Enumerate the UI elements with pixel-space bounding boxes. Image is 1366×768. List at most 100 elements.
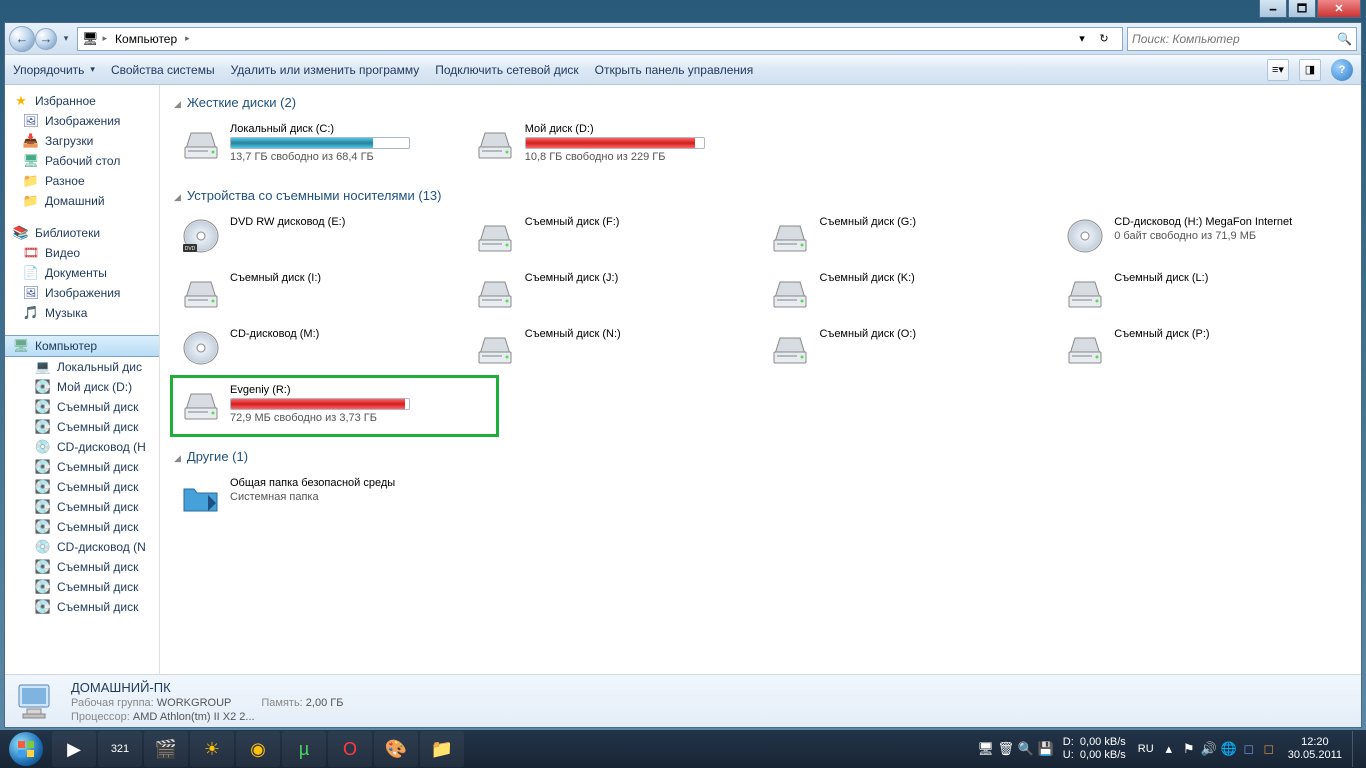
drive-item[interactable]: Съемный диск (G:): [764, 211, 1053, 261]
tray-search-icon[interactable]: 🔍: [1017, 731, 1035, 767]
navigation-tree[interactable]: ★Избранное 🖼Изображения 📥Загрузки 🖥Рабоч…: [5, 85, 160, 674]
drive-icon: 💽: [35, 479, 51, 495]
content-pane[interactable]: Жесткие диски (2) Локальный диск (C:) 13…: [160, 85, 1361, 674]
downloads-icon: 📥: [23, 133, 39, 149]
system-properties-button[interactable]: Свойства системы: [111, 63, 215, 77]
tree-item-images2[interactable]: 🖼Изображения: [5, 283, 159, 303]
language-indicator[interactable]: RU: [1134, 731, 1158, 767]
tree-item-drive[interactable]: 💽Съемный диск: [5, 577, 159, 597]
tree-item-drive[interactable]: 💽Съемный диск: [5, 477, 159, 497]
drive-item[interactable]: Съемный диск (L:): [1058, 267, 1347, 317]
toolbar: Упорядочить Свойства системы Удалить или…: [5, 55, 1361, 85]
tree-item-drive[interactable]: 💽Съемный диск: [5, 457, 159, 477]
taskbar-paint[interactable]: 🎨: [374, 731, 418, 767]
network-speed[interactable]: D: 0,00 kB/s U: 0,00 kB/s: [1057, 736, 1132, 762]
tree-computer[interactable]: 🖥Компьютер: [5, 335, 159, 357]
tree-item-drive[interactable]: 💽Съемный диск: [5, 497, 159, 517]
drive-item[interactable]: Съемный диск (O:): [764, 323, 1053, 373]
taskbar-mpc[interactable]: 321: [98, 731, 142, 767]
start-button[interactable]: [2, 731, 50, 767]
drive-label: Съемный диск (G:): [820, 216, 917, 228]
tray-app-icon[interactable]: ◻: [1240, 731, 1258, 767]
breadcrumb-computer[interactable]: Компьютер: [111, 30, 181, 48]
view-mode-button[interactable]: ≡▾: [1267, 59, 1289, 81]
tree-item-music[interactable]: 🎵Музыка: [5, 303, 159, 323]
drive-label: Съемный диск (K:): [820, 272, 915, 284]
tree-item-drive[interactable]: 💽Съемный диск: [5, 557, 159, 577]
drive-item[interactable]: Evgeniy (R:) 72,9 МБ свободно из 3,73 ГБ: [174, 379, 463, 429]
tree-item-drive[interactable]: 💿CD-дисковод (H: [5, 437, 159, 457]
tree-item-desktop[interactable]: 🖥Рабочий стол: [5, 151, 159, 171]
drive-item[interactable]: CD-дисковод (H:) MegaFon Internet 0 байт…: [1058, 211, 1347, 261]
taskbar-media-player[interactable]: ▶: [52, 731, 96, 767]
refresh-button[interactable]: ↻: [1094, 29, 1114, 49]
control-panel-button[interactable]: Открыть панель управления: [595, 63, 754, 77]
section-removable[interactable]: Устройства со съемными носителями (13): [174, 184, 1347, 211]
tray-usb-icon[interactable]: 💾: [1037, 731, 1055, 767]
forward-button[interactable]: →: [35, 28, 57, 50]
drive-item[interactable]: Съемный диск (J:): [469, 267, 758, 317]
tree-item-home[interactable]: 📁Домашний: [5, 191, 159, 211]
minimize-button[interactable]: 🗕: [1259, 0, 1287, 18]
map-network-drive-button[interactable]: Подключить сетевой диск: [435, 63, 578, 77]
tree-item-drive[interactable]: 💽Съемный диск: [5, 517, 159, 537]
tree-item-drive[interactable]: 💽Съемный диск: [5, 397, 159, 417]
maximize-button[interactable]: 🗖: [1288, 0, 1316, 18]
tree-item-drive[interactable]: 💻Локальный дис: [5, 357, 159, 377]
drive-item[interactable]: Съемный диск (P:): [1058, 323, 1347, 373]
tray-flag-icon[interactable]: ⚑: [1180, 731, 1198, 767]
uninstall-program-button[interactable]: Удалить или изменить программу: [231, 63, 420, 77]
drive-item[interactable]: Съемный диск (I:): [174, 267, 463, 317]
tree-item-documents[interactable]: 📄Документы: [5, 263, 159, 283]
taskbar-utorrent[interactable]: µ: [282, 731, 326, 767]
drive-item[interactable]: CD-дисковод (M:): [174, 323, 463, 373]
drive-item[interactable]: Локальный диск (C:) 13,7 ГБ свободно из …: [174, 118, 463, 168]
drive-item[interactable]: Общая папка безопасной среды Системная п…: [174, 472, 463, 522]
search-box[interactable]: 🔍: [1127, 27, 1357, 51]
tray-recycle-icon[interactable]: 🗑: [997, 731, 1015, 767]
tray-network-icon[interactable]: 🌐: [1220, 731, 1238, 767]
help-button[interactable]: ?: [1331, 59, 1353, 81]
tree-item-misc[interactable]: 📁Разное: [5, 171, 159, 191]
computer-big-icon: [15, 679, 59, 723]
drive-label: CD-дисковод (M:): [230, 328, 319, 340]
tree-item-drive[interactable]: 💽Съемный диск: [5, 597, 159, 617]
section-other[interactable]: Другие (1): [174, 445, 1347, 472]
tree-item-drive[interactable]: 💽Мой диск (D:): [5, 377, 159, 397]
tree-favorites[interactable]: ★Избранное: [5, 91, 159, 111]
close-button[interactable]: ✕: [1317, 0, 1361, 18]
drive-item[interactable]: Мой диск (D:) 10,8 ГБ свободно из 229 ГБ: [469, 118, 758, 168]
back-button[interactable]: ←: [9, 26, 35, 52]
tray-app-icon-2[interactable]: ◻: [1260, 731, 1278, 767]
drive-item[interactable]: Съемный диск (N:): [469, 323, 758, 373]
search-input[interactable]: [1132, 32, 1337, 46]
clock[interactable]: 12:20 30.05.2011: [1280, 736, 1350, 762]
tree-item-drive[interactable]: 💽Съемный диск: [5, 417, 159, 437]
drive-item[interactable]: Съемный диск (F:): [469, 211, 758, 261]
tray-volume-icon[interactable]: 🔊: [1200, 731, 1218, 767]
tree-item-images[interactable]: 🖼Изображения: [5, 111, 159, 131]
taskbar-app-3[interactable]: ◉: [236, 731, 280, 767]
tree-item-video[interactable]: 🎞Видео: [5, 243, 159, 263]
address-dropdown[interactable]: ▾: [1072, 29, 1092, 49]
address-bar[interactable]: 🖥 ▸ Компьютер ▸ ▾ ↻: [77, 27, 1123, 51]
taskbar-explorer[interactable]: 📁: [420, 731, 464, 767]
drive-item[interactable]: Съемный диск (K:): [764, 267, 1053, 317]
computer-icon: 🖥: [13, 338, 29, 354]
tree-libraries[interactable]: 📚Библиотеки: [5, 223, 159, 243]
preview-pane-button[interactable]: ◨: [1299, 59, 1321, 81]
computer-icon: 🖥: [82, 31, 99, 47]
taskbar-app-2[interactable]: ☀: [190, 731, 234, 767]
section-hard-drives[interactable]: Жесткие диски (2): [174, 91, 1347, 118]
history-dropdown[interactable]: ▾: [59, 26, 73, 52]
tray-monitor-icon[interactable]: 🖥: [977, 731, 995, 767]
tree-item-drive[interactable]: 💿CD-дисковод (N: [5, 537, 159, 557]
show-desktop-button[interactable]: [1352, 731, 1362, 767]
drive-icon: 💽: [35, 459, 51, 475]
taskbar-opera[interactable]: O: [328, 731, 372, 767]
taskbar-app-1[interactable]: 🎬: [144, 731, 188, 767]
organize-button[interactable]: Упорядочить: [13, 63, 95, 77]
drive-item[interactable]: DVD DVD RW дисковод (E:): [174, 211, 463, 261]
tree-item-downloads[interactable]: 📥Загрузки: [5, 131, 159, 151]
tray-chevron-up-icon[interactable]: ▴: [1160, 731, 1178, 767]
